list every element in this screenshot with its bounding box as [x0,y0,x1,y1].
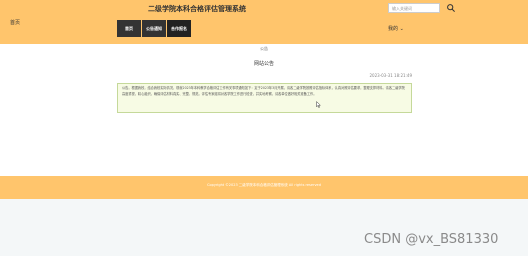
user-label: 我的 [388,26,399,32]
nav-item-label: 首页 [125,25,133,31]
logo[interactable]: 首页 [10,19,20,26]
user-menu[interactable]: 我的 ⌄ [388,25,404,32]
chevron-down-icon: ⌄ [399,26,404,32]
nav-item-notice[interactable]: 公告通知 [142,20,167,37]
notice-content: 公告。根据我校，结合我校实际情况，现就2023年本科教学合格评估工作有关事项通知… [117,83,412,113]
search-icon[interactable] [446,3,456,13]
nav-item-home[interactable]: 首页 [117,20,142,37]
watermark: CSDN @vx_BS81330 [364,232,499,247]
nav-item-label: 公告通知 [146,25,162,31]
nav-item-cooperation[interactable]: 合作报名 [167,20,192,37]
notice-title: 网站公告 [253,61,274,67]
mouse-cursor-icon [316,101,321,108]
page-bottom [0,199,528,256]
search-input[interactable]: 输入关键词 [388,3,440,13]
copyright-text: Copyright ©2023 二级学院本科合格评估管理系统 All right… [207,183,321,187]
site-header: 二级学院本科合格评估管理系统 输入关键词 首页 首页 公告通知 合作报名 我的 … [0,0,528,44]
main-nav: 首页 公告通知 合作报名 [117,20,192,37]
site-title: 二级学院本科合格评估管理系统 [148,5,246,13]
breadcrumb: 公告 [260,46,268,51]
site-footer: Copyright ©2023 二级学院本科合格评估管理系统 All right… [0,176,528,199]
nav-item-label: 合作报名 [171,25,187,31]
notice-time: 2023-03-31 18:21:49 [369,73,412,78]
